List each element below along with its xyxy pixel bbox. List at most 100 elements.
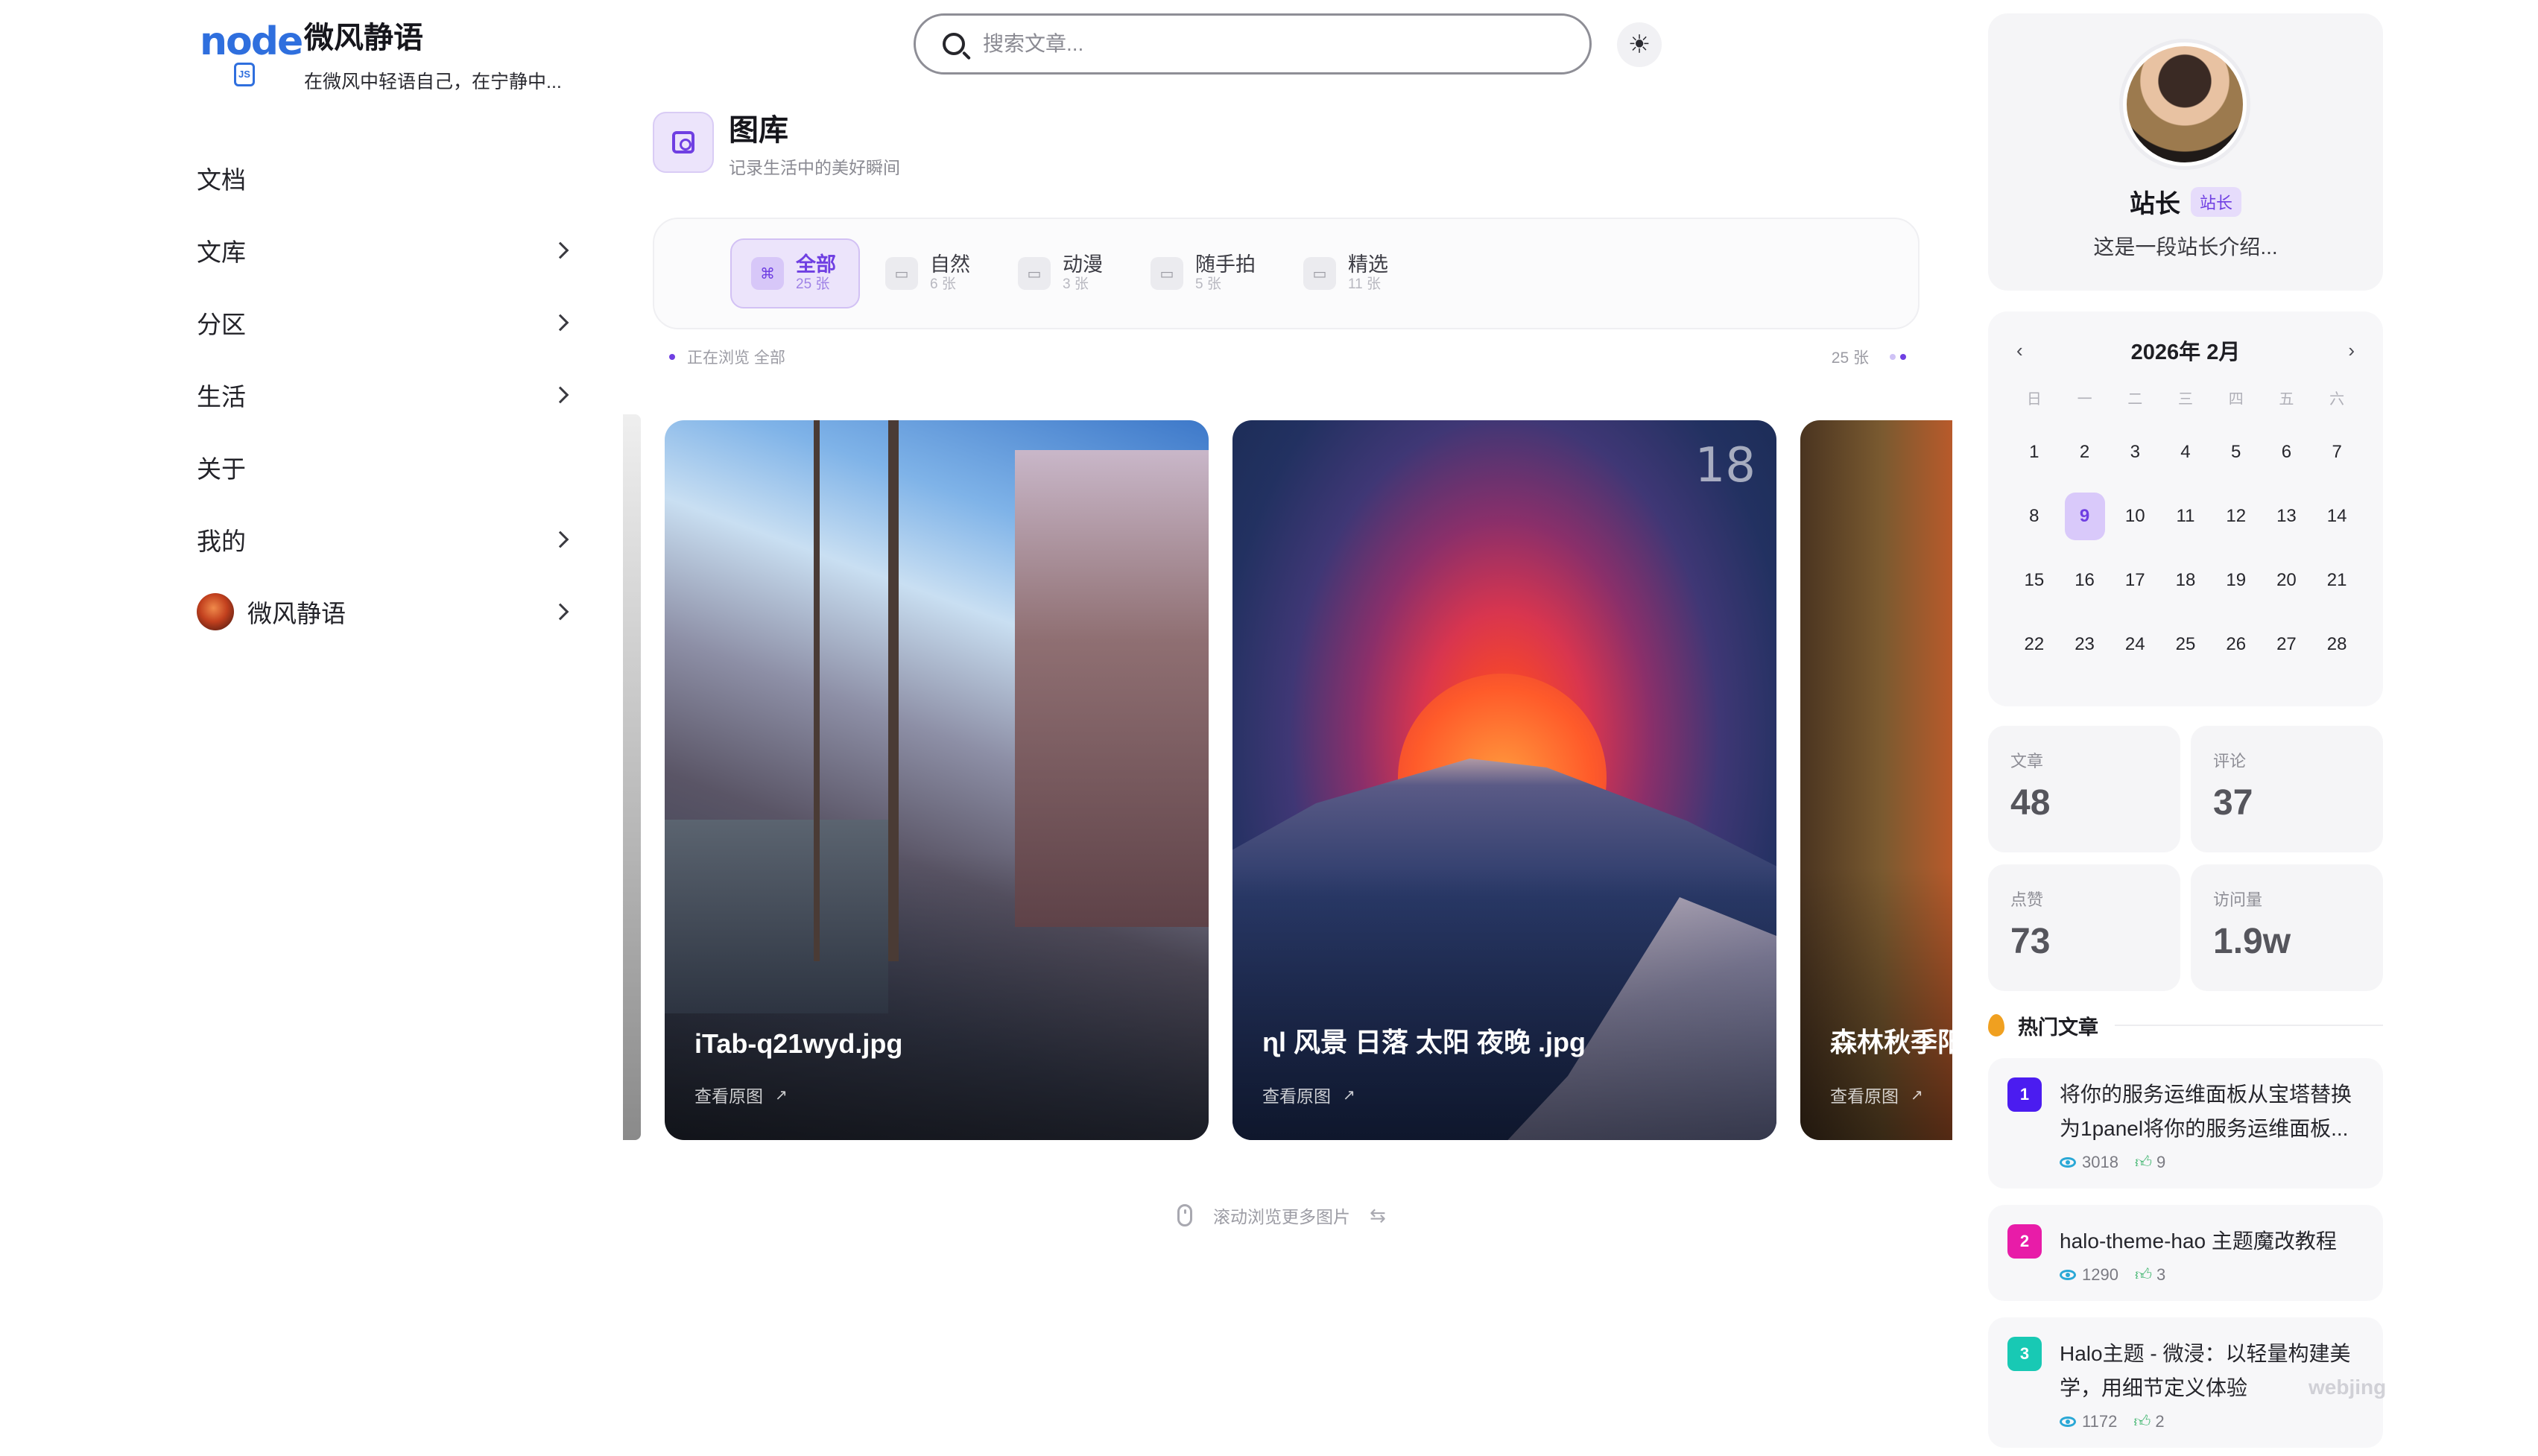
calendar-day[interactable]: 19: [2211, 548, 2262, 613]
calendar-day[interactable]: 4: [2160, 420, 2211, 484]
view-original-link[interactable]: 查看原图 ↗: [1830, 1082, 1923, 1107]
calendar-grid: 日一二三四五六 1 2 3 4 5 6 7 8 9 10 11 12 13 14 15 16 17 18 19 20 21…: [2009, 379, 2362, 677]
calendar-weekday: 六: [2329, 391, 2345, 408]
view-original-link[interactable]: 查看原图 ↗: [694, 1082, 788, 1107]
calendar-day[interactable]: 21: [2311, 548, 2362, 613]
calendar-weekday: 二: [2127, 391, 2143, 408]
calendar-day[interactable]: 16: [2060, 548, 2110, 613]
calendar-day[interactable]: 15: [2009, 548, 2060, 613]
calendar-day[interactable]: 1: [2009, 420, 2060, 484]
search-icon: [943, 33, 965, 55]
chevron-left-icon[interactable]: ‹: [2016, 339, 2023, 362]
calendar-day[interactable]: 3: [2110, 420, 2160, 484]
eye-icon: [2060, 1156, 2076, 1168]
calendar-day[interactable]: 24: [2110, 613, 2160, 677]
nav-item-life[interactable]: 生活: [188, 358, 583, 431]
main-nav: 文档 文库 分区 生活 关于 我的 微风静语: [188, 142, 583, 648]
carousel-pagination[interactable]: [1885, 354, 1906, 360]
tab-anime[interactable]: ▭ 动漫 3 张: [999, 238, 1125, 308]
calendar-day-number: 28: [2326, 634, 2347, 654]
calendar-day[interactable]: 26: [2211, 613, 2262, 677]
calendar-day[interactable]: 14: [2311, 484, 2362, 548]
page-subtitle: 记录生活中的美好瞬间: [729, 158, 900, 177]
tab-all[interactable]: ⌘ 全部 25 张: [730, 238, 860, 308]
hot-article-item[interactable]: 2 halo-theme-hao 主题魔改教程 1290 👍︎ 3: [1988, 1205, 2383, 1301]
view-count: 1172: [2082, 1411, 2118, 1431]
calendar-day[interactable]: 5: [2211, 420, 2262, 484]
calendar-widget: ‹ 2026年 2月 › 日一二三四五六 1 2 3 4 5 6 7 8 9 10 11 12 13 14 1…: [1988, 311, 2383, 706]
calendar-day[interactable]: 25: [2160, 613, 2211, 677]
logo-wordmark: node: [200, 19, 303, 64]
nav-item-user[interactable]: 微风静语: [188, 575, 583, 648]
node-logo: node JS: [200, 19, 303, 91]
divider: [2115, 1025, 2383, 1026]
stat-label: 文章: [2010, 752, 2044, 770]
tab-count: 3 张: [1063, 276, 1089, 292]
calendar-day[interactable]: 17: [2110, 548, 2160, 613]
owner-avatar[interactable]: [2119, 39, 2250, 170]
calendar-day-number: 24: [2124, 634, 2145, 654]
calendar-day-today[interactable]: 9: [2060, 484, 2110, 548]
nav-item-mine[interactable]: 我的: [188, 503, 583, 575]
nav-item-label: 生活: [197, 382, 246, 411]
calendar-day[interactable]: 7: [2311, 420, 2362, 484]
hot-article-item[interactable]: 1 将你的服务运维面板从宝塔替换为1panel将你的服务运维面板... 3018…: [1988, 1058, 2383, 1188]
calendar-day-number: 11: [2176, 506, 2195, 526]
total-count: 25 张: [1831, 349, 1869, 367]
chevron-right-icon[interactable]: ›: [2348, 339, 2355, 362]
stat-value: 73: [2010, 922, 2051, 961]
calendar-day[interactable]: 11: [2160, 484, 2211, 548]
folder-icon: ▭: [1303, 257, 1336, 290]
calendar-day-number: 16: [2075, 570, 2095, 590]
brand[interactable]: node JS 微风静语 在微风中轻语自己，在宁静中...: [200, 19, 562, 94]
eye-icon: [2060, 1269, 2076, 1280]
nav-item-sections[interactable]: 分区: [188, 286, 583, 358]
calendar-day[interactable]: 8: [2009, 484, 2060, 548]
search-bar[interactable]: [914, 13, 1592, 75]
gallery-card[interactable]: 18 ɳl 风景 日落 太阳 夜晚 .jpg 查看原图 ↗: [1232, 420, 1776, 1140]
gallery-card[interactable]: 森林秋季阳 查看原图 ↗: [1800, 420, 1952, 1140]
pagination-dot[interactable]: [1890, 354, 1896, 360]
status-dot: [669, 354, 675, 360]
right-sidebar: 站长 站长 这是一段站长介绍... ‹ 2026年 2月 › 日一二三四五六12…: [1988, 13, 2383, 1448]
tab-snapshots[interactable]: ▭ 随手拍 5 张: [1131, 238, 1278, 308]
calendar-day[interactable]: 13: [2262, 484, 2312, 548]
chevron-right-icon: [551, 531, 569, 548]
calendar-day[interactable]: 10: [2110, 484, 2160, 548]
page: node JS 微风静语 在微风中轻语自己，在宁静中... 文档 文库 分区 生…: [0, 0, 2538, 1456]
sun-icon: ☀: [1627, 31, 1651, 59]
search-input[interactable]: [983, 32, 1549, 56]
stat-label: 评论: [2213, 752, 2247, 770]
stat-value: 37: [2213, 783, 2253, 823]
gallery-card[interactable]: iTab-q21wyd.jpg 查看原图 ↗: [665, 420, 1209, 1140]
site-title: 微风静语: [304, 22, 423, 54]
hot-article-title: 将你的服务运维面板从宝塔替换为1panel将你的服务运维面板...: [2060, 1083, 2352, 1140]
calendar-weekday: 三: [2177, 391, 2193, 408]
calendar-day[interactable]: 27: [2262, 613, 2312, 677]
user-avatar: [197, 592, 234, 630]
calendar-day[interactable]: 22: [2009, 613, 2060, 677]
view-original-link[interactable]: 查看原图 ↗: [1262, 1082, 1355, 1107]
nav-item-library[interactable]: 文库: [188, 214, 583, 286]
gallery-carousel[interactable]: iTab-q21wyd.jpg 查看原图 ↗ 18 ɳl 风景 日落 太阳 夜晚…: [623, 414, 1952, 1145]
nav-item-label: 微风静语: [247, 599, 346, 627]
tab-nature[interactable]: ▭ 自然 6 张: [866, 238, 993, 308]
calendar-day[interactable]: 18: [2160, 548, 2211, 613]
calendar-day[interactable]: 23: [2060, 613, 2110, 677]
theme-toggle-button[interactable]: ☀: [1617, 22, 1662, 67]
nav-item-label: 文库: [197, 238, 246, 266]
calendar-day[interactable]: 2: [2060, 420, 2110, 484]
pagination-dot-active[interactable]: [1900, 354, 1906, 360]
nav-item-docs[interactable]: 文档: [188, 142, 583, 214]
calendar-day[interactable]: 28: [2311, 613, 2362, 677]
nav-item-about[interactable]: 关于: [188, 431, 583, 503]
calendar-day-number: 12: [2226, 506, 2247, 526]
previous-card-peek[interactable]: [623, 414, 641, 1140]
calendar-day[interactable]: 20: [2262, 548, 2312, 613]
card-image-pole: [814, 420, 820, 961]
calendar-day[interactable]: 12: [2211, 484, 2262, 548]
tab-featured[interactable]: ▭ 精选 11 张: [1284, 238, 1411, 308]
card-number-badge: 18: [1694, 438, 1756, 493]
calendar-day[interactable]: 6: [2262, 420, 2312, 484]
gallery-icon: [653, 112, 714, 173]
